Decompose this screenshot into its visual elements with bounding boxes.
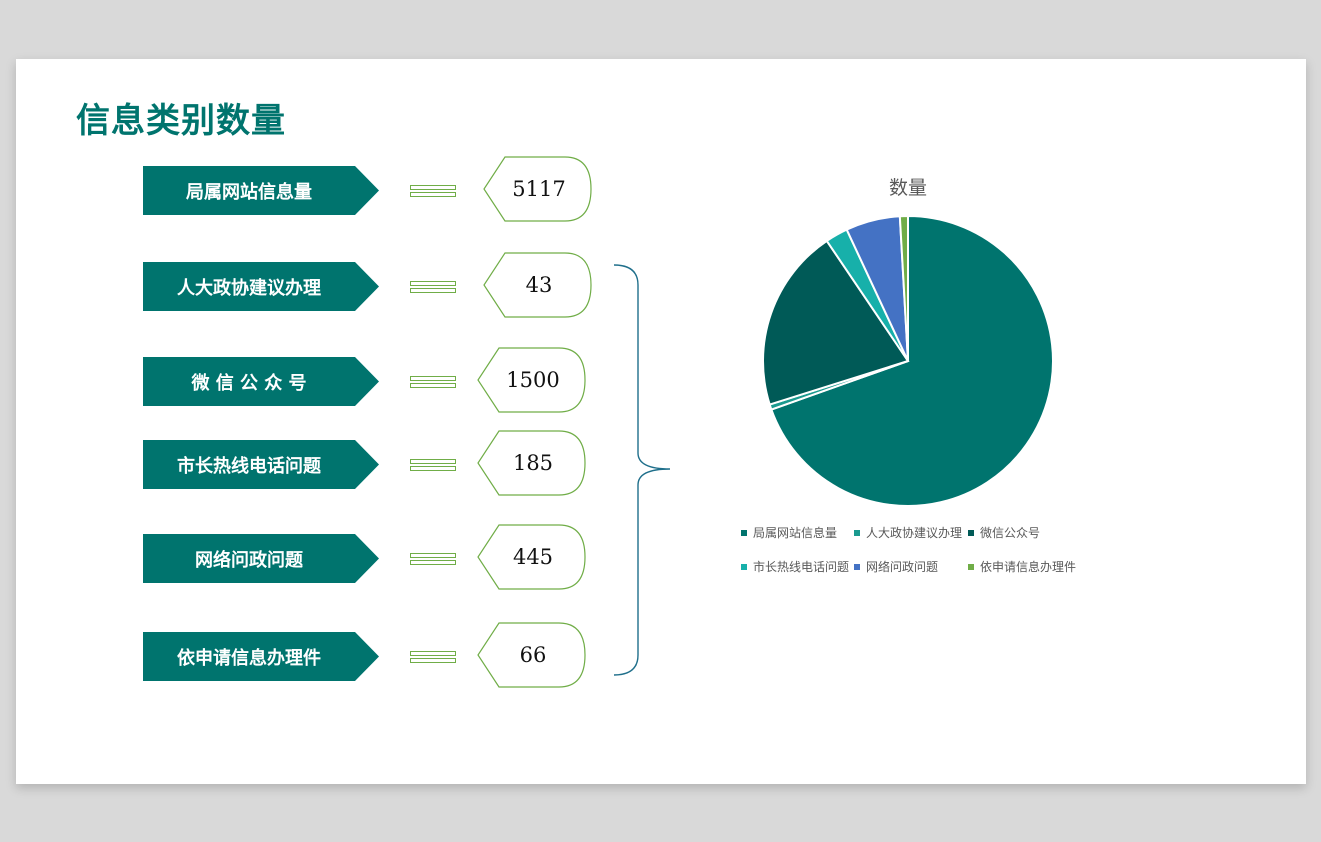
value-text: 445 (512, 545, 554, 569)
category-row: 微 信 公 众 号 1500 (16, 347, 616, 417)
legend-label: 局属网站信息量 (753, 526, 838, 540)
legend-swatch (854, 529, 860, 536)
legend-item: 微信公众号 (968, 524, 1040, 541)
category-label: 人大政协建议办理 (143, 262, 379, 311)
chart-title: 数量 (888, 177, 927, 199)
legend-swatch (968, 529, 974, 536)
equals-sign (410, 281, 456, 293)
category-row: 市长热线电话问题 185 (16, 430, 616, 500)
category-label: 局属网站信息量 (143, 166, 379, 215)
category-row: 网络问政问题 445 (16, 524, 616, 594)
legend-swatch (741, 529, 747, 536)
value-text: 185 (512, 451, 554, 475)
category-row: 依申请信息办理件 66 (16, 622, 616, 692)
equals-sign (410, 185, 456, 197)
category-label: 依申请信息办理件 (143, 632, 379, 681)
equals-sign (410, 651, 456, 663)
category-row: 人大政协建议办理 43 (16, 252, 616, 322)
legend-label: 人大政协建议办理 (866, 526, 963, 540)
value-text: 1500 (506, 368, 560, 392)
value-text: 43 (525, 273, 553, 297)
value-text: 5117 (512, 177, 566, 201)
legend-item: 人大政协建议办理 (854, 524, 962, 541)
legend-item: 依申请信息办理件 (968, 558, 1076, 575)
equals-sign (410, 376, 456, 388)
page-title: 信息类别数量 (76, 101, 286, 141)
legend-label: 微信公众号 (980, 526, 1041, 540)
legend-swatch (854, 563, 860, 570)
category-label: 微 信 公 众 号 (143, 357, 379, 406)
legend-item: 网络问政问题 (854, 558, 938, 575)
legend-item: 市长热线电话问题 (741, 558, 849, 575)
legend-label: 网络问政问题 (866, 560, 939, 574)
slide: 信息类别数量 局属网站信息量 5117 人大政协建议办理 43 微 信 公 众 号 150… (16, 59, 1306, 784)
curly-brace (613, 264, 671, 676)
legend-label: 依申请信息办理件 (980, 560, 1077, 574)
legend-swatch (741, 563, 747, 570)
legend-label: 市长热线电话问题 (753, 560, 850, 574)
category-row: 局属网站信息量 5117 (16, 156, 616, 226)
equals-sign (410, 459, 456, 471)
equals-sign (410, 553, 456, 565)
value-text: 66 (519, 643, 547, 667)
legend-item: 局属网站信息量 (741, 524, 837, 541)
legend-swatch (968, 563, 974, 570)
category-label: 网络问政问题 (143, 534, 379, 583)
category-label: 市长热线电话问题 (143, 440, 379, 489)
pie-chart (762, 214, 1054, 507)
